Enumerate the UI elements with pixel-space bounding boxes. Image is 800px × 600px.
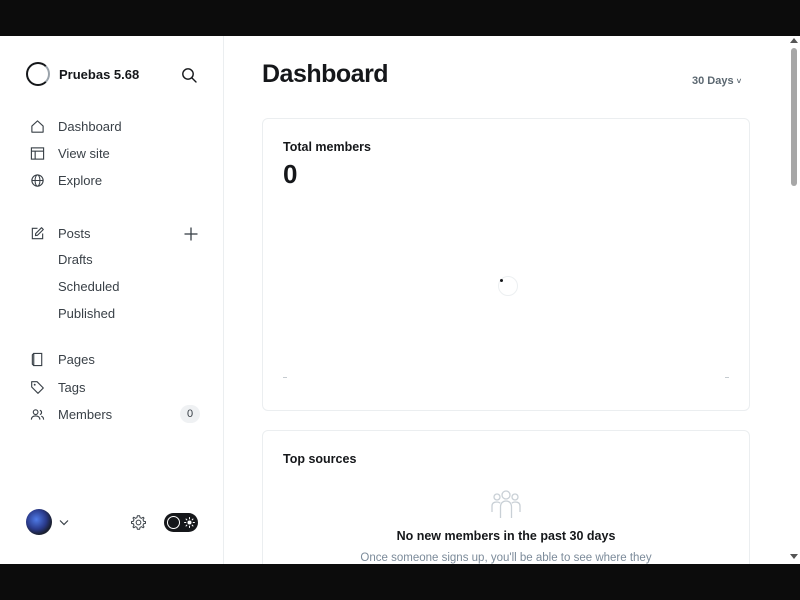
plus-icon bbox=[184, 227, 198, 241]
total-members-value: 0 bbox=[283, 159, 298, 189]
sidebar-item-published[interactable]: Published bbox=[58, 306, 115, 324]
chevron-down-icon: ˅ bbox=[736, 76, 742, 86]
members-count-badge: 0 bbox=[180, 405, 200, 423]
vertical-scrollbar[interactable] bbox=[786, 36, 800, 564]
date-range-label: 30 Days bbox=[692, 75, 734, 87]
sidebar-item-scheduled[interactable]: Scheduled bbox=[58, 279, 119, 297]
top-sources-title: Top sources bbox=[283, 452, 357, 466]
scroll-up-arrow[interactable] bbox=[790, 38, 798, 43]
site-name: Pruebas 5.68 bbox=[59, 66, 140, 82]
scroll-down-arrow[interactable] bbox=[790, 554, 798, 559]
sidebar-item-label: Members bbox=[58, 406, 113, 422]
members-icon bbox=[28, 405, 46, 423]
sidebar-item-drafts[interactable]: Drafts bbox=[58, 252, 93, 270]
page-title: Dashboard bbox=[262, 60, 389, 88]
empty-state-description: Once someone signs up, you'll be able to… bbox=[360, 552, 652, 564]
gear-icon bbox=[130, 514, 146, 530]
sidebar-item-label: Posts bbox=[58, 225, 91, 241]
sidebar-item-label: Tags bbox=[58, 379, 86, 395]
sidebar-item-members[interactable]: Members bbox=[28, 404, 112, 424]
sun-icon bbox=[183, 516, 195, 528]
settings-button[interactable] bbox=[128, 512, 148, 532]
globe-icon bbox=[28, 171, 46, 189]
sidebar-item-label: Explore bbox=[58, 172, 103, 188]
sidebar-item-view-site[interactable]: View site bbox=[28, 143, 110, 163]
pages-icon bbox=[28, 350, 46, 368]
sidebar: Pruebas 5.68 Dashboard View site Explore bbox=[0, 36, 224, 564]
edit-icon bbox=[28, 224, 46, 242]
site-logo-icon bbox=[26, 62, 50, 86]
chart-axis-tick-end bbox=[725, 377, 729, 378]
total-members-card: Total members 0 bbox=[262, 118, 750, 411]
admin-app: Pruebas 5.68 Dashboard View site Explore bbox=[0, 36, 800, 564]
empty-state-title: No new members in the past 30 days bbox=[396, 529, 616, 543]
add-post-button[interactable] bbox=[182, 225, 200, 243]
sidebar-item-label: Pages bbox=[58, 351, 95, 367]
theme-toggle[interactable] bbox=[164, 513, 198, 532]
chevron-down-icon[interactable] bbox=[58, 516, 70, 528]
window-bottom-bar bbox=[0, 564, 800, 600]
loading-spinner bbox=[498, 276, 518, 296]
scrollbar-thumb[interactable] bbox=[791, 48, 797, 186]
window-top-bar bbox=[0, 0, 800, 36]
home-icon bbox=[28, 117, 46, 135]
sidebar-item-label: Dashboard bbox=[58, 118, 122, 134]
sidebar-item-explore[interactable]: Explore bbox=[28, 170, 102, 190]
search-button[interactable] bbox=[178, 64, 200, 86]
top-sources-card: Top sources No new members in the past 3… bbox=[262, 430, 750, 564]
main-content: Dashboard 30 Days ˅ Total members 0 Top … bbox=[224, 36, 790, 564]
sidebar-item-tags[interactable]: Tags bbox=[28, 377, 85, 397]
total-members-title: Total members bbox=[283, 140, 371, 154]
sidebar-item-label: View site bbox=[58, 145, 110, 161]
chart-axis-tick-start bbox=[283, 377, 287, 378]
sidebar-item-posts[interactable]: Posts bbox=[28, 223, 91, 243]
search-icon bbox=[182, 68, 197, 83]
tag-icon bbox=[28, 378, 46, 396]
sidebar-item-pages[interactable]: Pages bbox=[28, 349, 95, 369]
people-icon bbox=[491, 490, 521, 518]
date-range-select[interactable]: 30 Days ˅ bbox=[692, 75, 741, 87]
site-brand[interactable]: Pruebas 5.68 bbox=[26, 62, 139, 86]
avatar[interactable] bbox=[26, 509, 52, 535]
toggle-knob bbox=[167, 516, 180, 529]
sidebar-item-dashboard[interactable]: Dashboard bbox=[28, 116, 122, 136]
layout-icon bbox=[28, 144, 46, 162]
